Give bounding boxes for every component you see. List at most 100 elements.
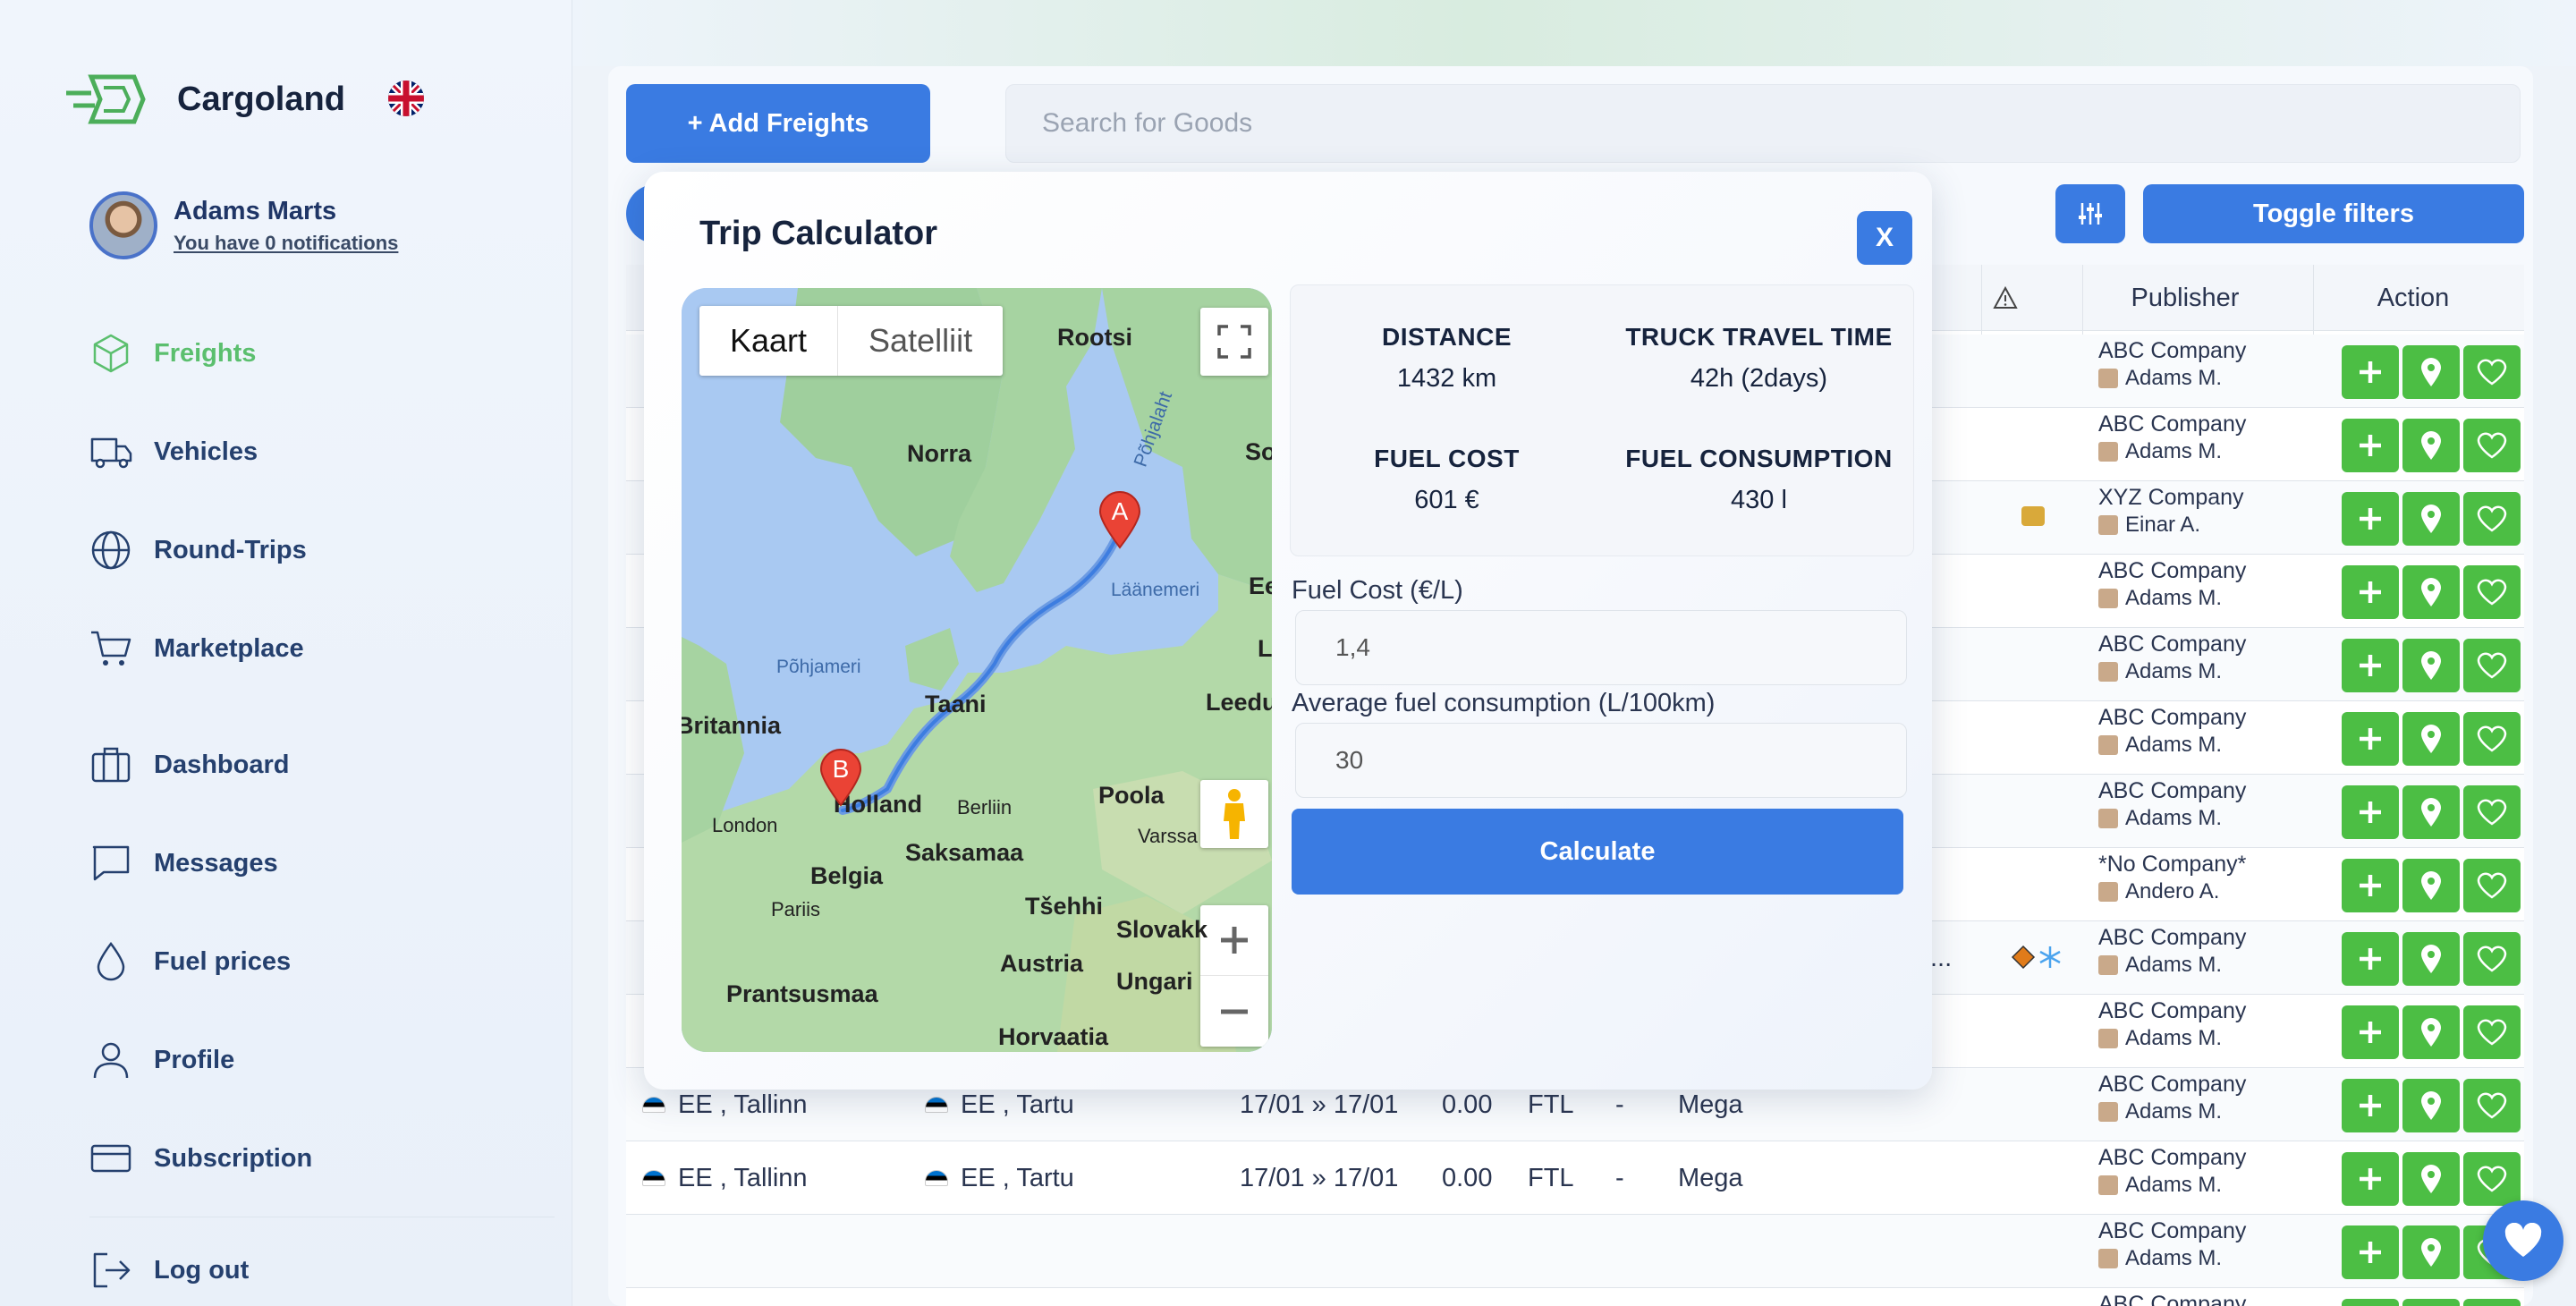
locate-button[interactable]: [2402, 345, 2460, 399]
favorite-button[interactable]: [2463, 1079, 2521, 1132]
table-row[interactable]: ABC Company Adams M.: [626, 1215, 2524, 1288]
favorite-button[interactable]: [2463, 639, 2521, 692]
heart-outline-icon: [2477, 1019, 2507, 1046]
sidebar-item-vehicles[interactable]: Vehicles: [89, 403, 555, 501]
favorite-button[interactable]: [2463, 345, 2521, 399]
publisher-cell[interactable]: ABC Company Adams M.: [2098, 1218, 2277, 1271]
add-button[interactable]: [2342, 1005, 2399, 1059]
fuel-cost-input[interactable]: 1,4: [1295, 610, 1907, 685]
locate-button[interactable]: [2402, 712, 2460, 766]
publisher-cell[interactable]: ABC Company Adams M.: [2098, 705, 2277, 758]
locate-button[interactable]: [2402, 565, 2460, 619]
avatar[interactable]: [89, 191, 157, 259]
sidebar-item-logout[interactable]: Log out: [89, 1243, 555, 1297]
add-button[interactable]: [2342, 419, 2399, 472]
publisher-cell[interactable]: ABC Company Adams M.: [2098, 411, 2277, 464]
locate-button[interactable]: [2402, 859, 2460, 912]
avg-consumption-input[interactable]: 30: [1295, 723, 1907, 798]
locate-button[interactable]: [2402, 1079, 2460, 1132]
publisher-cell[interactable]: *No Company* Andero A.: [2098, 852, 2277, 904]
locate-button[interactable]: [2402, 1152, 2460, 1206]
tab-map[interactable]: Kaart: [699, 306, 837, 376]
publisher-user-name: Adams M.: [2125, 1246, 2223, 1270]
language-flag-icon[interactable]: [388, 81, 424, 116]
add-button[interactable]: [2342, 1299, 2399, 1306]
sidebar-item-messages[interactable]: Messages: [89, 814, 555, 912]
locate-button[interactable]: [2402, 492, 2460, 546]
toggle-filters-button[interactable]: Toggle filters: [2143, 184, 2524, 243]
add-button[interactable]: [2342, 932, 2399, 986]
stat-value: 430 l: [1731, 486, 1787, 514]
add-freights-button[interactable]: + Add Freights: [626, 84, 930, 163]
add-button[interactable]: [2342, 859, 2399, 912]
favorite-button[interactable]: [2463, 1152, 2521, 1206]
publisher-cell[interactable]: XYZ Company Einar A.: [2098, 485, 2277, 538]
publisher-cell[interactable]: ABC Company Adams M.: [2098, 998, 2277, 1051]
add-button[interactable]: [2342, 639, 2399, 692]
zoom-in-button[interactable]: [1200, 905, 1268, 976]
add-button[interactable]: [2342, 1152, 2399, 1206]
filter-settings-button[interactable]: [2055, 184, 2125, 243]
publisher-company: ABC Company: [2098, 1145, 2247, 1170]
add-button[interactable]: [2342, 565, 2399, 619]
locate-button[interactable]: [2402, 1299, 2460, 1306]
publisher-cell[interactable]: ABC Company Adams M.: [2098, 925, 2277, 978]
marker-a[interactable]: A: [1097, 490, 1143, 549]
locate-button[interactable]: [2402, 1005, 2460, 1059]
calculate-button[interactable]: Calculate: [1292, 809, 1903, 895]
sidebar-item-marketplace[interactable]: Marketplace: [89, 599, 555, 698]
publisher-cell[interactable]: ABC Company Adams M.: [2098, 632, 2277, 684]
favorite-button[interactable]: [2463, 1299, 2521, 1306]
publisher-cell[interactable]: ABC Company Adams M.: [2098, 558, 2277, 611]
close-button[interactable]: X: [1857, 211, 1912, 265]
favorite-button[interactable]: [2463, 712, 2521, 766]
table-row[interactable]: EE , Tallinn EE , Tartu 17/01 » 17/01 0.00 F…: [626, 1288, 2524, 1306]
publisher-cell[interactable]: ABC Company Adams M.: [2098, 338, 2277, 391]
notifications-link[interactable]: You have 0 notifications: [174, 232, 398, 255]
table-row[interactable]: EE , Tallinn EE , Tartu 17/01 » 17/01 0.00 F…: [626, 1141, 2524, 1215]
heart-outline-icon: [2477, 799, 2507, 826]
locate-button[interactable]: [2402, 419, 2460, 472]
add-button[interactable]: [2342, 712, 2399, 766]
favorite-button[interactable]: [2463, 492, 2521, 546]
user-profile[interactable]: Adams Marts You have 0 notifications: [89, 191, 398, 259]
favorite-button[interactable]: [2463, 1005, 2521, 1059]
publisher-cell[interactable]: ABC Company: [2098, 1292, 2277, 1306]
route-map[interactable]: Kaart Satelliit Rootsi Norra So Põhjalah…: [682, 288, 1272, 1052]
marker-b[interactable]: B: [818, 748, 864, 807]
favorite-button[interactable]: [2463, 419, 2521, 472]
zoom-out-button[interactable]: [1200, 976, 1268, 1047]
favorites-button[interactable]: [2483, 1200, 2563, 1281]
sidebar-item-round-trips[interactable]: Round-Trips: [89, 501, 555, 599]
publisher-cell[interactable]: ABC Company Adams M.: [2098, 1072, 2277, 1124]
search-input[interactable]: Search for Goods: [1005, 84, 2521, 163]
favorite-button[interactable]: [2463, 565, 2521, 619]
sidebar-item-label: Messages: [154, 848, 278, 878]
tab-satellite[interactable]: Satelliit: [837, 306, 1003, 376]
locate-button[interactable]: [2402, 785, 2460, 839]
sidebar-item-profile[interactable]: Profile: [89, 1011, 555, 1109]
add-button[interactable]: [2342, 492, 2399, 546]
favorite-button[interactable]: [2463, 785, 2521, 839]
load-type-cell: FTL: [1528, 1163, 1574, 1192]
locate-button[interactable]: [2402, 932, 2460, 986]
locate-button[interactable]: [2402, 639, 2460, 692]
sidebar-item-subscription[interactable]: Subscription: [89, 1109, 555, 1208]
add-button[interactable]: [2342, 1225, 2399, 1279]
fullscreen-button[interactable]: [1200, 308, 1268, 376]
sidebar-item-fuel-prices[interactable]: Fuel prices: [89, 912, 555, 1011]
favorite-button[interactable]: [2463, 859, 2521, 912]
publisher-cell[interactable]: ABC Company Adams M.: [2098, 1145, 2277, 1198]
favorite-button[interactable]: [2463, 932, 2521, 986]
add-button[interactable]: [2342, 345, 2399, 399]
location-pin-icon: [2421, 358, 2441, 386]
publisher-header[interactable]: Publisher: [2082, 265, 2288, 331]
sidebar-item-dashboard[interactable]: Dashboard: [89, 716, 555, 814]
sidebar-item-freights[interactable]: Freights: [89, 304, 555, 403]
publisher-cell[interactable]: ABC Company Adams M.: [2098, 778, 2277, 831]
add-button[interactable]: [2342, 1079, 2399, 1132]
street-view-button[interactable]: [1200, 780, 1268, 848]
brand-logo[interactable]: Cargoland: [64, 72, 345, 127]
locate-button[interactable]: [2402, 1225, 2460, 1279]
add-button[interactable]: [2342, 785, 2399, 839]
